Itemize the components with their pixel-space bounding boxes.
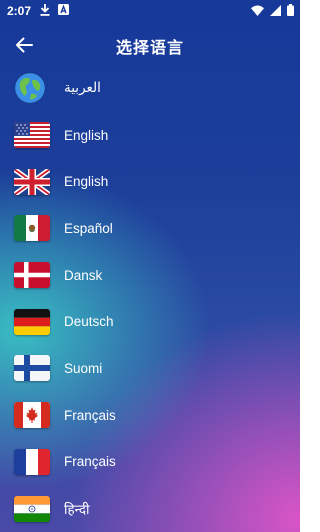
status-bar: 2:07 (0, 0, 300, 22)
language-item-hindi[interactable]: हिन्दी (0, 485, 300, 532)
finland-flag-icon (14, 355, 50, 382)
language-item-english-us[interactable]: English (0, 112, 300, 159)
status-right-icons (251, 4, 294, 19)
germany-flag-icon (14, 308, 50, 335)
globe-icon (14, 72, 46, 104)
language-label: العربية (64, 80, 101, 96)
india-flag-icon (14, 495, 50, 522)
top-app-bar: 选择语言 (0, 28, 300, 62)
language-label: Français (64, 407, 116, 423)
language-item-german[interactable]: Deutsch (0, 298, 300, 345)
battery-icon (287, 4, 294, 19)
language-item-english-uk[interactable]: English (0, 158, 300, 205)
language-item-french-france[interactable]: Français (0, 439, 300, 486)
language-label: English (64, 174, 109, 190)
france-flag-icon (14, 448, 50, 475)
text-a-icon (58, 4, 70, 18)
page-title: 选择语言 (115, 40, 184, 57)
language-label: Suomi (64, 360, 103, 376)
language-select-screen: 2:07 选择语言 العربية English English Españo… (0, 0, 300, 532)
language-label: Dansk (64, 267, 103, 283)
mexico-flag-icon (14, 215, 50, 242)
language-item-arabic[interactable]: العربية (0, 65, 300, 112)
download-icon (40, 3, 50, 19)
language-label: Français (64, 454, 116, 470)
language-list: العربية English English Español Dansk De… (0, 65, 300, 532)
language-item-spanish[interactable]: Español (0, 205, 300, 252)
wifi-icon (251, 5, 264, 19)
language-item-danish[interactable]: Dansk (0, 252, 300, 299)
language-label: हिन्दी (64, 501, 90, 517)
language-label: Deutsch (64, 314, 114, 330)
language-label: English (64, 127, 109, 143)
language-item-finnish[interactable]: Suomi (0, 345, 300, 392)
canada-flag-icon (14, 402, 50, 429)
signal-icon (270, 4, 281, 19)
denmark-flag-icon (14, 262, 50, 289)
language-label: Español (64, 220, 113, 236)
uk-flag-icon (14, 168, 50, 195)
language-item-french-canada[interactable]: Français (0, 392, 300, 439)
us-flag-icon (14, 122, 50, 149)
status-time: 2:07 (7, 4, 32, 18)
status-left-icons (40, 3, 70, 19)
